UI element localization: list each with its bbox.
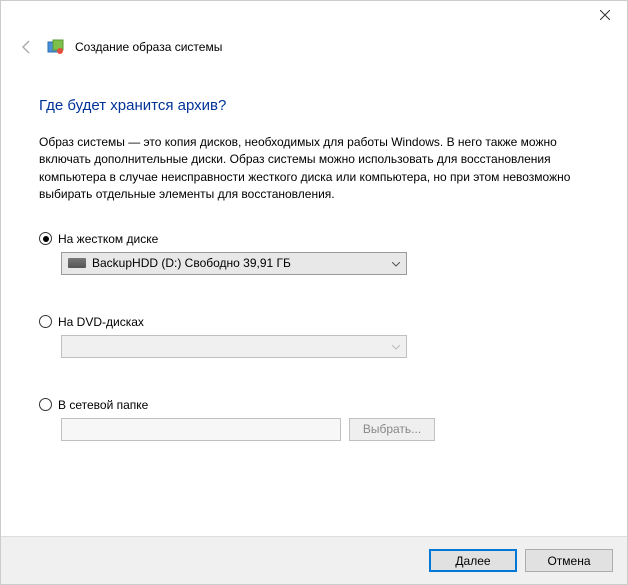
option-network: В сетевой папке Выбрать... (39, 398, 589, 441)
dvd-drive-select (61, 335, 407, 358)
network-path-input (61, 418, 341, 441)
next-button[interactable]: Далее (429, 549, 517, 572)
page-heading: Где будет хранится архив? (39, 97, 589, 114)
option-hdd: На жестком диске BackupHDD (D:) Свободно… (39, 232, 589, 275)
chevron-down-icon (392, 339, 400, 353)
radio-network[interactable] (39, 398, 52, 411)
radio-hdd-label: На жестком диске (58, 232, 158, 246)
footer: Далее Отмена (1, 536, 627, 584)
content-area: Где будет хранится архив? Образ системы … (1, 65, 627, 441)
cancel-button[interactable]: Отмена (525, 549, 613, 572)
radio-dvd-label: На DVD-дисках (58, 315, 144, 329)
radio-dvd[interactable] (39, 315, 52, 328)
hdd-drive-select[interactable]: BackupHDD (D:) Свободно 39,91 ГБ (61, 252, 407, 275)
radio-hdd[interactable] (39, 232, 52, 245)
radio-network-label: В сетевой папке (58, 398, 148, 412)
close-icon (600, 10, 610, 20)
wizard-window: Создание образа системы Где будет хранит… (0, 0, 628, 585)
drive-icon (68, 258, 86, 268)
back-arrow-icon (19, 39, 35, 55)
option-dvd: На DVD-дисках (39, 315, 589, 358)
browse-button: Выбрать... (349, 418, 435, 441)
wizard-title: Создание образа системы (75, 40, 222, 54)
hdd-selected-value: BackupHDD (D:) Свободно 39,91 ГБ (92, 256, 291, 270)
header: Создание образа системы (1, 33, 627, 65)
page-description: Образ системы — это копия дисков, необхо… (39, 134, 589, 204)
close-button[interactable] (582, 1, 627, 29)
back-button[interactable] (17, 37, 37, 57)
chevron-down-icon (392, 256, 400, 270)
titlebar (1, 1, 627, 33)
wizard-icon (47, 38, 65, 56)
